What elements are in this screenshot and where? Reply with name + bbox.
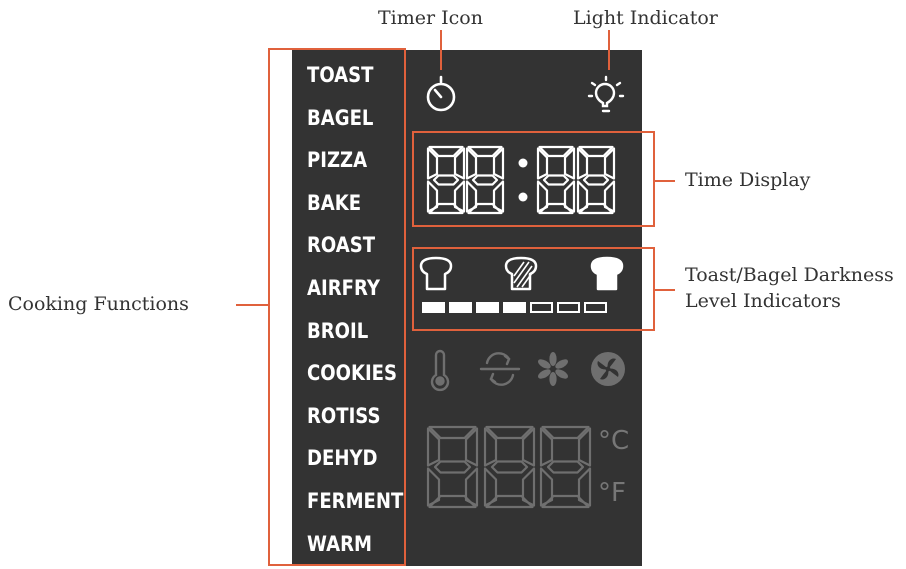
- fahrenheit-unit: °F: [598, 478, 626, 508]
- seven-segment-digit: [426, 145, 466, 215]
- seven-segment-digit: [483, 425, 536, 509]
- time-colon: [518, 158, 528, 202]
- segment: [490, 460, 529, 474]
- toast-dark-icon: [590, 256, 624, 291]
- seven-segment-digit: [576, 145, 616, 215]
- segment: [542, 174, 570, 186]
- segment: [582, 174, 610, 186]
- temperature-display: [426, 425, 592, 509]
- timer-icon: [426, 75, 456, 112]
- segment: [546, 460, 585, 474]
- segment: [471, 174, 499, 186]
- segment: [539, 467, 554, 507]
- darkness-level-bar: [530, 302, 553, 313]
- seven-segment-digit: [536, 145, 576, 215]
- darkness-level-bar: [584, 302, 607, 313]
- darkness-level-bar: [449, 302, 472, 313]
- toast-light-icon: [419, 256, 453, 291]
- toast-medium-icon: [504, 256, 538, 291]
- segment: [576, 180, 589, 213]
- darkness-level-bar: [503, 302, 526, 313]
- segment: [433, 460, 472, 474]
- segment: [536, 180, 549, 213]
- darkness-level-bars: [422, 302, 607, 313]
- segment: [426, 467, 441, 507]
- segment: [465, 180, 478, 213]
- segment: [432, 174, 460, 186]
- convection-fan-icon: [591, 352, 625, 386]
- segment: [426, 180, 439, 213]
- seven-segment-digit: [465, 145, 505, 215]
- darkness-level-bar: [557, 302, 580, 313]
- light-bulb-icon: [587, 75, 625, 113]
- thermometer-icon: [430, 349, 450, 392]
- darkness-level-bar: [476, 302, 499, 313]
- fan-icon: [538, 352, 568, 386]
- darkness-level-bar: [422, 302, 445, 313]
- segment: [483, 467, 498, 507]
- rotisserie-icon: [479, 352, 521, 386]
- time-display: [426, 145, 616, 215]
- seven-segment-digit: [539, 425, 592, 509]
- panel-graphics: [419, 75, 625, 509]
- seven-segment-digit: [426, 425, 479, 509]
- celsius-unit: °C: [598, 426, 630, 456]
